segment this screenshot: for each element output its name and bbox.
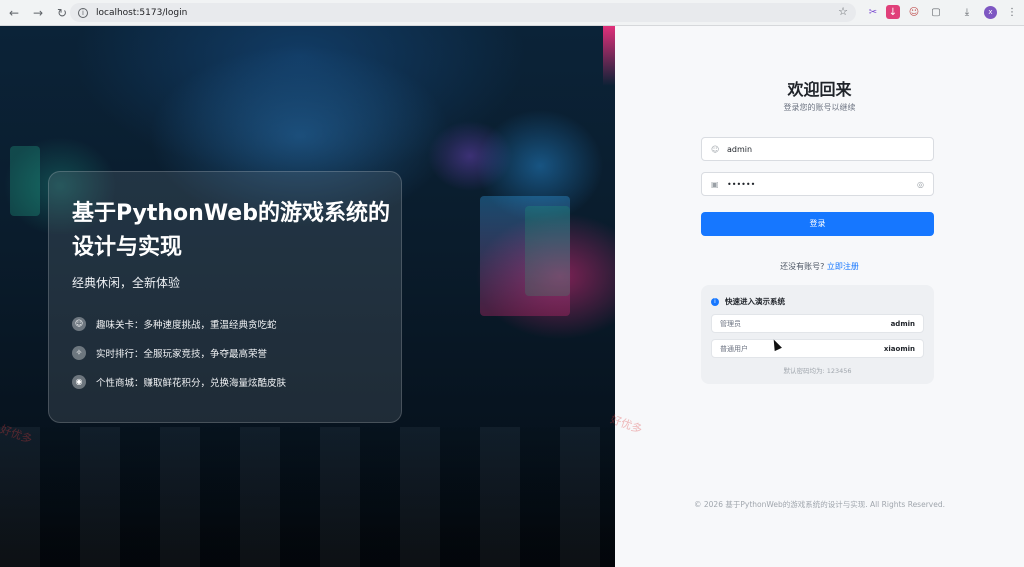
robot-extension-icon[interactable]: ☺: [907, 5, 921, 19]
hero-background: 基于PythonWeb的游戏系统的设计与实现 经典休闲，全新体验 ☺ 趣味关卡：…: [0, 26, 615, 567]
neon-light-decor: [603, 26, 615, 86]
account-role: 普通用户: [720, 344, 748, 353]
arcade-sign-decor: [10, 146, 40, 216]
feature-text: 个性商城：赚取鲜花积分，兑换海量炫酷皮肤: [96, 378, 287, 389]
login-heading: 欢迎回来: [787, 80, 852, 99]
account-username: xiaomin: [883, 344, 915, 353]
feature-text: 趣味关卡：多种速度挑战，重温经典贪吃蛇: [96, 320, 277, 331]
hero-card: 基于PythonWeb的游戏系统的设计与实现 经典休闲，全新体验 ☺ 趣味关卡：…: [48, 171, 402, 423]
forward-icon[interactable]: →: [28, 3, 48, 23]
download-extension-icon[interactable]: ↓: [886, 5, 900, 19]
hero-title: 基于PythonWeb的游戏系统的设计与实现: [72, 201, 390, 260]
eye-toggle-icon[interactable]: ◎: [917, 180, 924, 189]
footer-copyright: © 2026 基于PythonWeb的游戏系统的设计与实现. All Right…: [694, 500, 945, 509]
login-subheading: 登录您的账号以继续: [783, 103, 856, 112]
login-panel: 欢迎回来 登录您的账号以继续 ☺ ▣ ◎ 登录 还没有账号? 立即注册 i 快速…: [609, 26, 1024, 567]
hero-subtitle: 经典休闲，全新体验: [72, 276, 181, 290]
username-field[interactable]: ☺: [701, 137, 934, 161]
login-button[interactable]: 登录: [701, 212, 934, 236]
lock-icon: ▣: [711, 179, 719, 189]
info-icon: i: [711, 297, 719, 306]
default-password-note: 默认密码均为: 123456: [783, 367, 852, 375]
arcade-screen-decor: [525, 206, 570, 296]
demo-account-admin[interactable]: 管理员 admin: [711, 314, 924, 333]
feature-item: ◉ 个性商城：赚取鲜花积分，兑换海量炫酷皮肤: [72, 375, 286, 389]
menu-kebab-icon[interactable]: ⋮: [1005, 5, 1019, 19]
account-role: 管理员: [720, 319, 741, 328]
scissors-extension-icon[interactable]: ✂: [866, 5, 880, 19]
address-bar[interactable]: i localhost:5173/login ☆: [70, 3, 856, 22]
register-prompt: 还没有账号? 立即注册: [615, 261, 1024, 272]
account-username: admin: [890, 319, 915, 328]
checkered-floor-decor: [0, 427, 615, 567]
demo-accounts-card: i 快速进入演示系统 管理员 admin 普通用户 xiaomin 默认密码均为…: [701, 285, 934, 384]
demo-header: i 快速进入演示系统: [711, 296, 785, 307]
browser-toolbar: ← → ↻ i localhost:5173/login ☆ ✂ ↓ ☺ ▢ ⤓…: [0, 0, 1024, 26]
feature-item: ☺ 趣味关卡：多种速度挑战，重温经典贪吃蛇: [72, 317, 277, 331]
bookmark-star-icon[interactable]: ☆: [838, 5, 848, 18]
downloads-icon[interactable]: ⤓: [960, 5, 974, 19]
demo-title: 快速进入演示系统: [725, 297, 785, 306]
feature-item: ✧ 实时排行：全服玩家竞技，争夺最高荣誉: [72, 346, 267, 360]
demo-account-user[interactable]: 普通用户 xiaomin: [711, 339, 924, 358]
site-info-icon[interactable]: i: [78, 7, 88, 18]
game-icon: ☺: [72, 317, 86, 331]
browser-window: ← → ↻ i localhost:5173/login ☆ ✂ ↓ ☺ ▢ ⤓…: [0, 0, 1024, 567]
reload-icon[interactable]: ↻: [52, 3, 72, 23]
shop-icon: ◉: [72, 375, 86, 389]
username-input[interactable]: [727, 144, 907, 154]
profile-avatar[interactable]: x: [984, 6, 997, 19]
trophy-icon: ✧: [72, 346, 86, 360]
password-field[interactable]: ▣ ◎: [701, 172, 934, 196]
user-icon: ☺: [711, 144, 720, 154]
register-question: 还没有账号?: [780, 262, 825, 271]
back-icon[interactable]: ←: [4, 3, 24, 23]
feature-text: 实时排行：全服玩家竞技，争夺最高荣誉: [96, 349, 268, 360]
address-url[interactable]: localhost:5173/login: [96, 8, 187, 18]
register-link[interactable]: 立即注册: [827, 262, 859, 271]
puzzle-extensions-icon[interactable]: ▢: [929, 5, 943, 19]
password-input[interactable]: [727, 179, 907, 189]
